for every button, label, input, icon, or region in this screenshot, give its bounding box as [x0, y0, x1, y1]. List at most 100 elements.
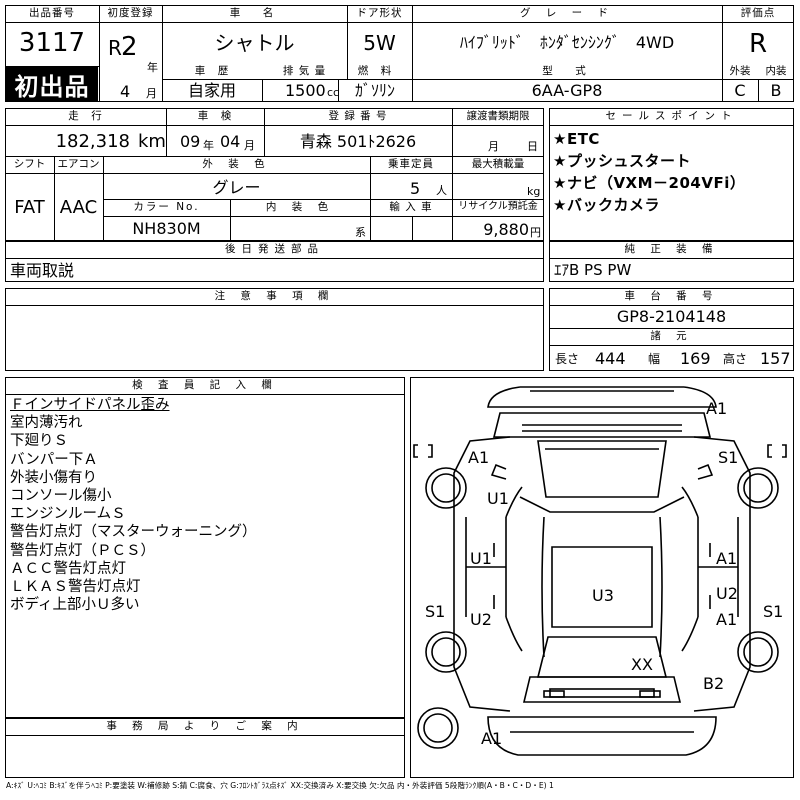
mark-rear-glass: XX [631, 655, 653, 674]
mark-left-sill: S1 [425, 602, 446, 621]
inspection-year-unit: 年 [203, 139, 214, 152]
mark-right-rear-door-upper: U2 [716, 584, 738, 603]
auction-sheet: { "header": { "lot_no_label": "出品番号", "l… [0, 0, 800, 800]
car-name-label: 車 名 [229, 7, 280, 19]
capacity: 5 [410, 179, 421, 198]
reg-month-unit: 月 [146, 87, 157, 100]
reg-year: 2 [121, 32, 138, 62]
mark-left-front-fender: A1 [468, 448, 490, 467]
reg-year-unit: 年 [147, 61, 158, 74]
ext-color: グレー [212, 178, 261, 197]
mark-roof: U3 [592, 586, 614, 605]
sales-point-item: ★バックカメラ [553, 196, 660, 214]
sales-point-item: ★プッシュスタート [553, 152, 691, 170]
sales-points-list: ★ETC ★プッシュスタート ★ナビ（VXM－204VFi） ★バックカメラ [553, 128, 745, 216]
history: 自家用 [187, 81, 236, 100]
fuel: ｶﾞｿﾘﾝ [354, 81, 395, 100]
legend: A:ｷｽﾞ U:ﾍｺﾐ B:ｷｽﾞを伴うﾍｺﾐ P:要塗装 W:補修跡 S:錆 … [6, 781, 554, 790]
note-item: 室内薄汚れ [10, 415, 83, 432]
mark-right-rear-door-lower: A1 [716, 610, 738, 629]
later-parts-label: 後日発送部品 [225, 243, 324, 255]
transfer-label: 譲渡書類期限 [466, 110, 530, 122]
color-no: NH830M [132, 219, 201, 238]
height: 157 [760, 349, 791, 368]
grade: ﾊｲﾌﾞﾘｯﾄﾞ ﾎﾝﾀﾞｾﾝｼﾝｸﾞ 4WD [459, 33, 675, 52]
inspection-label: 車 検 [197, 110, 233, 122]
model: 6AA-GP8 [531, 81, 603, 100]
car-damage-diagram [413, 386, 787, 756]
note-item: 警告灯点灯（ＰＣＳ） [10, 542, 155, 559]
recycle-label: リサイクル預託金 [458, 201, 538, 212]
mark-rear-bumper: A1 [481, 729, 503, 748]
width-label: 幅 [648, 352, 661, 366]
sales-point-item: ★ナビ（VXM－204VFi） [553, 174, 746, 192]
sales-points-label: セールスポイント [605, 110, 738, 122]
capacity-label: 乗車定員 [388, 158, 434, 170]
transfer-month-unit: 月 [488, 140, 499, 153]
equipment: ｴｱB PS PW [554, 261, 632, 279]
load-label: 最大積載量 [471, 158, 525, 170]
fuel-label: 燃 料 [357, 65, 393, 77]
mark-right-rear-quarter: B2 [703, 674, 725, 693]
history-label: 車 歴 [194, 65, 230, 77]
lot-no-label: 出品番号 [29, 7, 75, 19]
inspection-month: 04 [220, 132, 241, 151]
transfer-day-unit: 日 [527, 140, 538, 153]
sales-point-item: ★ETC [553, 130, 600, 148]
mileage: 182,318 [55, 131, 130, 152]
note-item: 外装小傷有り [10, 469, 97, 486]
note-item: ＡＣＣ警告灯点灯 [10, 560, 126, 577]
height-label: 高さ [723, 352, 748, 366]
note-item: ボディ上部小Ｕ多い [10, 597, 140, 614]
ext-color-label: 外 装 色 [202, 158, 271, 170]
color-no-label: カラー No. [133, 201, 200, 213]
mark-right-sill: S1 [763, 602, 784, 621]
mileage-label: 走 行 [68, 110, 103, 122]
shift-label: シフト [13, 158, 46, 170]
grade-label: グ レ ー ド [519, 7, 614, 19]
lot-no: 3117 [18, 28, 86, 58]
mark-left-front-door: U1 [470, 549, 492, 568]
first-listing-badge: 初出品 [6, 67, 98, 101]
score: R [748, 29, 768, 59]
plate: 青森 501ﾄ2626 [299, 132, 417, 151]
note-item: ＬＫＡＳ警告灯点灯 [10, 579, 141, 596]
later-parts: 車両取説 [10, 261, 75, 280]
int-color-unit: 系 [355, 226, 366, 239]
door-label: ドア形状 [356, 7, 403, 19]
mileage-unit: km [138, 131, 166, 152]
note-item: 警告灯点灯（マスターウォーニング） [10, 524, 257, 541]
equipment-label: 純 正 装 備 [624, 243, 719, 255]
mark-front-bumper: A1 [706, 399, 728, 418]
chassis-label: 車 台 番 号 [624, 290, 719, 302]
plate-label: 登 録 番 号 [328, 110, 388, 122]
office-label: 事 務 局 よ り ご 案 内 [106, 720, 304, 732]
score-label: 評価点 [740, 7, 776, 19]
width: 169 [680, 349, 711, 368]
door: 5W [363, 31, 396, 55]
exterior-label: 外装 [729, 65, 751, 77]
length-label: 長さ [555, 352, 580, 366]
note-item: コンソール傷小 [10, 488, 112, 505]
exterior-score: C [734, 81, 746, 100]
interior-score: B [770, 81, 782, 100]
displacement-label: 排 気 量 [282, 65, 327, 77]
dims-label: 諸 元 [650, 330, 693, 342]
recycle: 9,880 [483, 220, 529, 239]
note-item: Ｆインサイドパネル歪み [10, 397, 170, 413]
note-item: 下廻りＳ [10, 433, 68, 450]
era: R [108, 36, 122, 60]
aircon-label: エアコン [57, 158, 100, 170]
car-name: シャトル [214, 31, 295, 55]
aircon: AAC [59, 197, 98, 218]
model-label: 型 式 [542, 65, 592, 77]
interior-label: 内装 [765, 65, 787, 77]
int-color-label: 内 装 色 [265, 201, 335, 213]
note-item: エンジンルームＳ [10, 506, 126, 523]
displacement: 1500 [285, 81, 326, 100]
recycle-unit: 円 [530, 226, 541, 239]
capacity-unit: 人 [436, 184, 447, 197]
import-label: 輸 入 車 [389, 201, 433, 213]
shift: FAT [14, 197, 45, 218]
length: 444 [595, 349, 626, 368]
